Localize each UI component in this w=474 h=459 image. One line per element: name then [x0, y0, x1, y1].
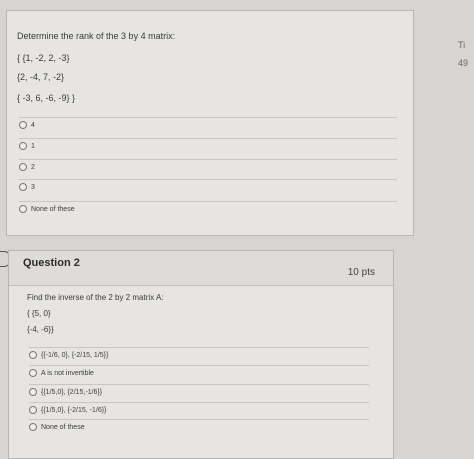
matrix-row-1: { {1, -2, 2, -3} [17, 53, 70, 63]
radio-icon[interactable] [29, 423, 37, 431]
matrix-row-2: {-4, -6}} [27, 325, 54, 334]
answer-option[interactable]: None of these [19, 201, 397, 216]
answer-option[interactable]: 3 [19, 179, 397, 194]
radio-icon[interactable] [19, 121, 27, 129]
question-1-prompt: Determine the rank of the 3 by 4 matrix: [17, 31, 176, 41]
option-label: A is not invertible [41, 369, 94, 377]
answer-option[interactable]: None of these [29, 419, 369, 434]
sidebar-label-1: Ti [458, 40, 466, 50]
radio-icon[interactable] [29, 406, 37, 414]
answer-option[interactable]: 1 [19, 138, 397, 153]
option-label: {{-1/6, 0}, {-2/15, 1/5}} [41, 351, 109, 359]
matrix-row-3: { -3, 6, -6, -9} } [17, 93, 76, 103]
matrix-row-2: {2, -4, 7, -2} [17, 72, 65, 82]
option-label: None of these [31, 205, 75, 213]
question-points: 10 pts [347, 267, 375, 278]
radio-icon[interactable] [19, 183, 27, 191]
matrix-row-1: { {5, 0} [27, 309, 51, 318]
answer-option[interactable]: 4 [19, 117, 397, 132]
answer-option[interactable]: {{1/5,0}, {-2/15, -1/6}} [29, 402, 369, 417]
option-label: 3 [31, 183, 35, 191]
question-title: Question 2 [23, 257, 80, 269]
question-1-card: Determine the rank of the 3 by 4 matrix:… [6, 10, 414, 236]
option-label: 2 [31, 163, 35, 171]
question-2-card: Question 2 10 pts Find the inverse of th… [8, 250, 394, 459]
option-label: {{1/5,0}, {2/15,-1/6}} [41, 388, 103, 396]
answer-option[interactable]: {{1/5,0}, {2/15,-1/6}} [29, 384, 369, 399]
question-header: Question 2 10 pts [9, 251, 393, 286]
sidebar-label-2: 49 [458, 58, 469, 68]
radio-icon[interactable] [29, 388, 37, 396]
radio-icon[interactable] [29, 369, 37, 377]
radio-icon[interactable] [19, 163, 27, 171]
radio-icon[interactable] [19, 142, 27, 150]
answer-option[interactable]: 2 [19, 159, 397, 174]
answer-option[interactable]: {{-1/6, 0}, {-2/15, 1/5}} [29, 347, 369, 362]
option-label: {{1/5,0}, {-2/15, -1/6}} [41, 406, 107, 414]
option-label: 4 [31, 121, 35, 129]
option-label: 1 [31, 142, 35, 150]
answer-option[interactable]: A is not invertible [29, 365, 369, 380]
radio-icon[interactable] [19, 205, 27, 213]
question-2-prompt: Find the inverse of the 2 by 2 matrix A: [27, 293, 164, 302]
option-label: None of these [41, 423, 85, 431]
radio-icon[interactable] [29, 351, 37, 359]
